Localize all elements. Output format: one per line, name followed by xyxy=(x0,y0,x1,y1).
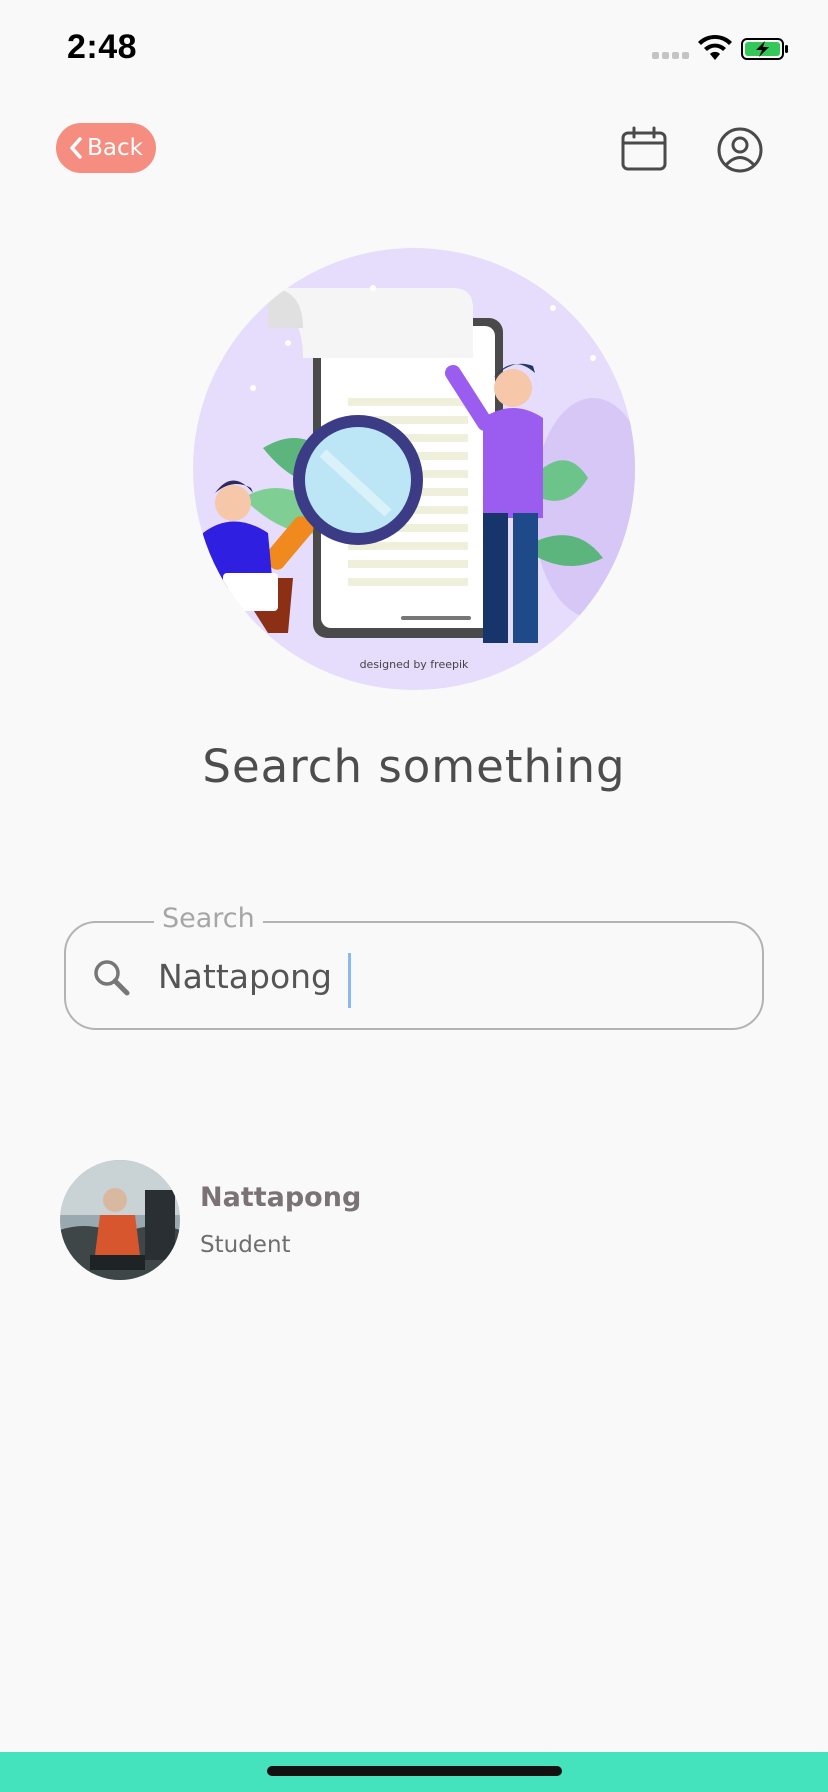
page-title: Search something xyxy=(202,740,626,793)
status-bar: 2:48 xyxy=(0,0,828,100)
search-illustration: designed by freepik xyxy=(193,248,635,690)
back-button-label: Back xyxy=(87,135,143,161)
illustration-credit: designed by freepik xyxy=(360,658,469,671)
cellular-signal-icon xyxy=(652,52,689,59)
back-button[interactable]: Back xyxy=(56,123,156,173)
calendar-icon[interactable] xyxy=(620,126,668,172)
search-input[interactable] xyxy=(158,951,718,1001)
search-result-item[interactable]: Nattapong Student xyxy=(60,1160,760,1280)
search-field[interactable]: Search xyxy=(64,903,764,1030)
result-name: Nattapong xyxy=(200,1182,362,1213)
wifi-icon xyxy=(698,34,732,60)
text-caret xyxy=(348,953,351,1008)
search-label: Search xyxy=(154,903,263,934)
search-icon xyxy=(94,960,130,996)
avatar xyxy=(60,1160,180,1280)
battery-charging-icon xyxy=(741,38,788,60)
status-time: 2:48 xyxy=(67,28,138,66)
home-indicator[interactable] xyxy=(267,1766,562,1776)
chevron-left-icon xyxy=(70,137,82,159)
result-role: Student xyxy=(200,1232,291,1258)
user-profile-icon[interactable] xyxy=(716,126,764,174)
